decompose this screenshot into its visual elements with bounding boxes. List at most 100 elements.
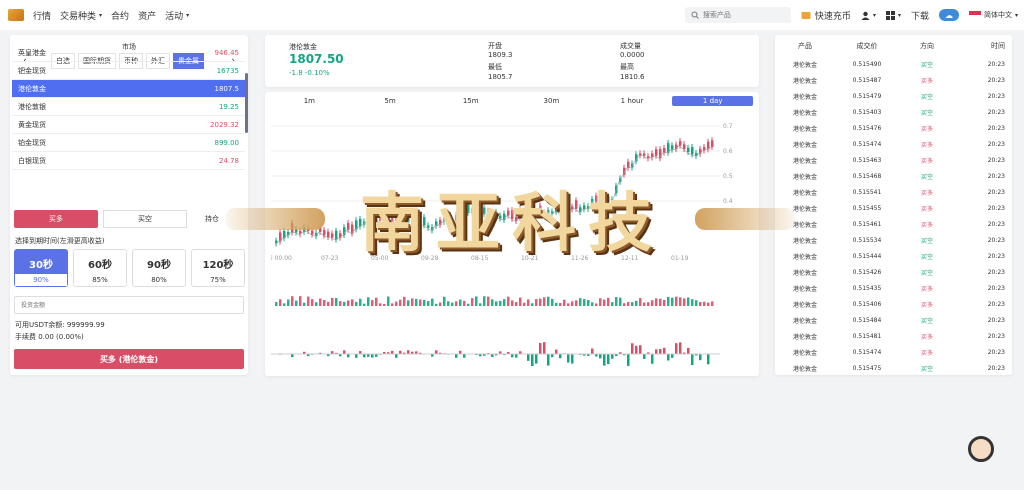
search-box[interactable] — [684, 7, 791, 23]
volume-bar — [419, 299, 422, 306]
nav-item-3[interactable]: 资产 — [138, 9, 156, 22]
period-rate: 90% — [15, 274, 67, 286]
amount-input[interactable] — [14, 296, 244, 314]
trade-price: 0.515475 — [852, 364, 882, 372]
market-row-price: 2029.32 — [210, 120, 239, 129]
market-scrollbar[interactable] — [245, 73, 248, 133]
macd-bar — [395, 354, 398, 358]
chevron-down-icon: ▾ — [99, 11, 103, 19]
macd-bar — [659, 349, 662, 354]
volume-bar — [415, 298, 418, 306]
buy-long-button[interactable]: 买多 — [14, 210, 98, 228]
volume-bar — [519, 297, 522, 306]
interval-tab[interactable]: 1 hour — [592, 96, 673, 106]
low-value: 1805.7 — [488, 73, 513, 81]
chevron-down-icon: ▾ — [897, 11, 901, 19]
market-row[interactable]: 英皇港金 946.45 — [12, 44, 245, 62]
trades-list: 港伦敦金 0.515490 买空 20:23 港伦敦金 0.515487 买多 20:23 港伦… — [775, 56, 1011, 376]
interval-tab[interactable]: 30m — [511, 96, 592, 106]
macd-bar — [631, 343, 634, 354]
interval-tab[interactable]: 5m — [350, 96, 431, 106]
candle-body — [663, 147, 666, 153]
macd-bar — [527, 354, 530, 361]
volume-bar — [467, 303, 470, 306]
volume-bar — [331, 297, 334, 306]
download-link[interactable]: 下载 — [911, 9, 929, 22]
period-option[interactable]: 30秒 90% — [14, 249, 68, 287]
volume-bar — [387, 296, 390, 306]
market-row-price: 19.25 — [218, 102, 239, 111]
volume-bar — [683, 298, 686, 306]
interval-tab[interactable]: 1 day — [672, 96, 754, 106]
site-logo[interactable] — [8, 9, 24, 21]
market-row-price: 16735 — [216, 66, 239, 75]
nav-item-0[interactable]: 行情 — [33, 9, 51, 22]
y-tick-label: 0.7 — [723, 123, 733, 130]
watermark-text: 南亚科技 — [360, 186, 664, 261]
volume-bar — [515, 302, 518, 306]
market-row[interactable]: 港伦敦银 19.25 — [12, 98, 245, 116]
market-row[interactable]: 白银现货 24.78 — [12, 152, 245, 170]
trade-direction: 买多 — [920, 349, 933, 357]
user-menu[interactable]: ▾ — [861, 11, 876, 20]
cloud-icon[interactable]: ☁ — [938, 9, 959, 21]
volume-bar — [607, 297, 610, 306]
trade-direction: 买多 — [920, 189, 933, 197]
volume-bar — [351, 299, 354, 306]
volume-bar — [431, 298, 434, 306]
high-label: 最高 — [620, 63, 634, 71]
interval-tab[interactable]: 15m — [430, 96, 511, 106]
buy-short-button[interactable]: 买空 — [103, 210, 187, 228]
market-row[interactable]: 铂金现货 899.00 — [12, 134, 245, 152]
submit-order-button[interactable]: 买多 (港伦敦金) — [14, 349, 244, 369]
volume-bar — [335, 298, 338, 306]
nav-item-2[interactable]: 合约 — [111, 9, 129, 22]
market-row[interactable]: 港伦敦金 1807.5 — [12, 80, 245, 98]
apps-menu[interactable]: ▾ — [885, 10, 901, 20]
trade-direction: 买空 — [920, 269, 933, 277]
volume-bar — [407, 300, 410, 306]
trade-price: 0.515481 — [852, 332, 882, 340]
volume-bar — [391, 303, 394, 306]
trade-price: 0.515426 — [852, 268, 882, 276]
volume-bar — [451, 302, 454, 306]
nav-item-1[interactable]: 交易种类 ▾ — [60, 9, 102, 22]
volume-bar — [439, 302, 442, 306]
volume-bar — [635, 300, 638, 306]
search-input[interactable] — [702, 11, 783, 19]
nav-item-label: 资产 — [138, 11, 157, 22]
trade-direction: 买空 — [920, 317, 933, 325]
volume-value: 0.0000 — [620, 51, 645, 59]
market-row[interactable]: 黄金现货 2029.32 — [12, 116, 245, 134]
macd-bar — [559, 354, 562, 359]
volume-bar — [319, 298, 322, 306]
volume-bar — [639, 298, 642, 306]
trade-time: 20:23 — [987, 316, 1005, 324]
market-row[interactable]: 钯金现货 16735 — [12, 62, 245, 80]
user-icon — [861, 11, 870, 20]
trade-product: 港伦敦金 — [792, 365, 817, 373]
download-label: 下载 — [910, 11, 929, 22]
trade-price: 0.515468 — [852, 172, 882, 180]
volume-bar — [527, 299, 530, 306]
volume-bar — [471, 298, 474, 306]
volume-bar — [375, 297, 378, 306]
period-option[interactable]: 60秒 85% — [73, 249, 127, 287]
quote-price: 1807.50 — [289, 52, 344, 66]
nav-item-4[interactable]: 活动 ▾ — [165, 9, 189, 22]
trade-direction: 买空 — [920, 173, 933, 181]
quick-topup-link[interactable]: 快速充币 — [801, 9, 851, 22]
period-option[interactable]: 90秒 80% — [132, 249, 186, 287]
interval-tab[interactable]: 1m — [269, 96, 350, 106]
macd-bar — [371, 354, 374, 358]
market-row-name: 港伦敦金 — [18, 84, 46, 93]
customer-support-icon[interactable] — [968, 436, 994, 462]
language-select[interactable]: 简体中文 ▾ — [968, 10, 1018, 20]
trade-product: 港伦敦金 — [792, 317, 817, 325]
macd-bar — [455, 354, 458, 358]
nav-item-label: 活动 — [165, 11, 184, 22]
volume-bar — [359, 298, 362, 306]
trade-price: 0.515406 — [852, 300, 882, 308]
macd-bar — [343, 350, 346, 354]
trade-direction: 买多 — [920, 301, 933, 309]
